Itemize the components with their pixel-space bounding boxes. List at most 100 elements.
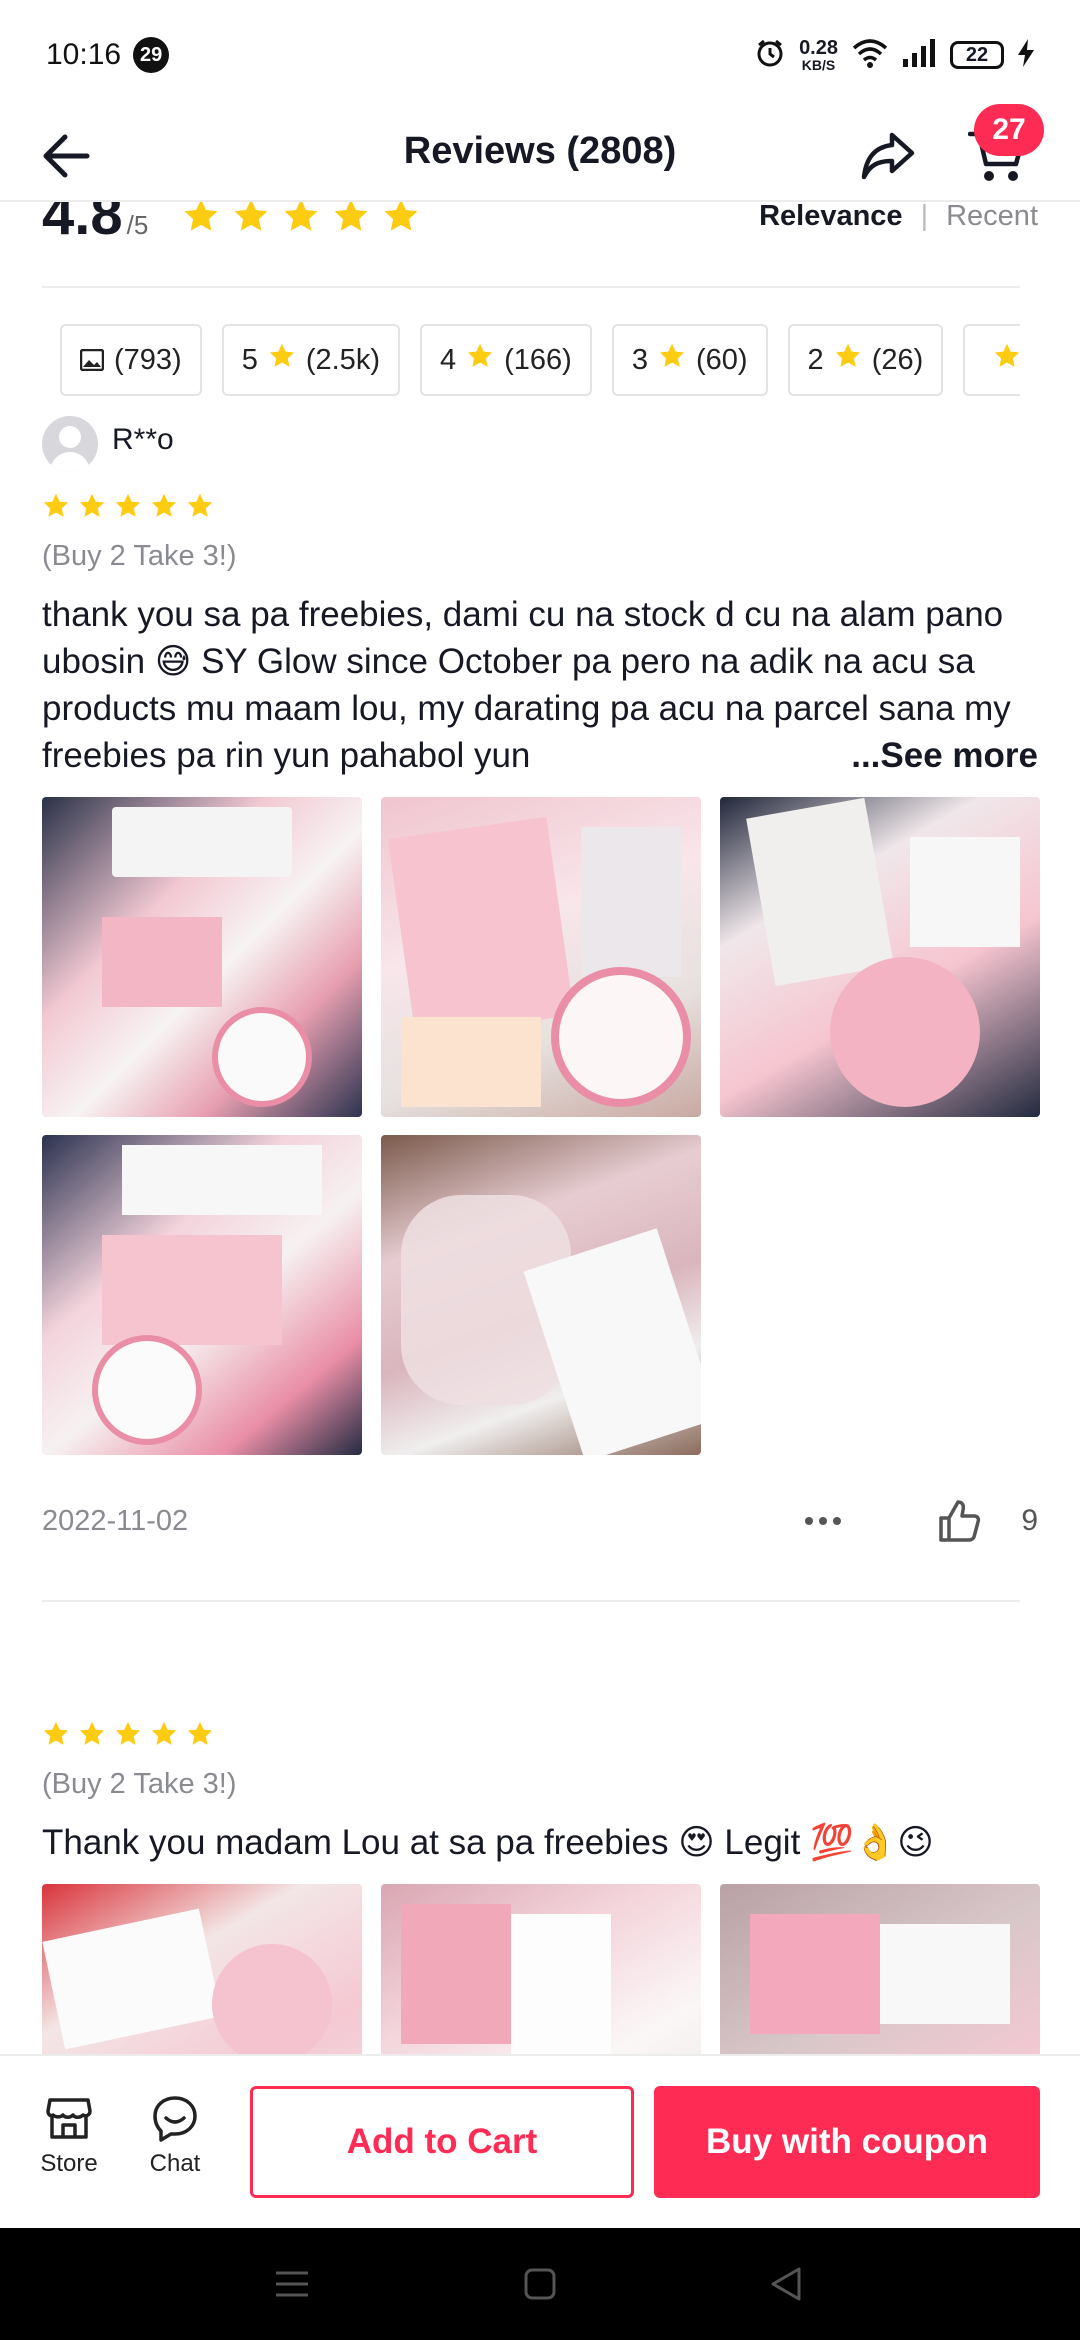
battery-indicator: 22 bbox=[950, 41, 1004, 69]
system-nav-bar bbox=[0, 2228, 1080, 2340]
sort-separator: | bbox=[920, 202, 929, 232]
star-icon bbox=[993, 342, 1020, 378]
wifi-icon bbox=[852, 38, 888, 73]
star-icon bbox=[234, 202, 268, 231]
filter-chip-1-star[interactable] bbox=[963, 324, 1020, 396]
filter-chip-star-value: 5 bbox=[241, 343, 258, 376]
store-button[interactable]: Store bbox=[24, 2094, 114, 2178]
bottom-action-bar: Store Chat Add to Cart Buy with coupon bbox=[0, 2054, 1080, 2228]
star-icon bbox=[835, 343, 860, 367]
thumbs-up-icon bbox=[939, 1500, 981, 1542]
star-icon bbox=[115, 493, 141, 517]
arrow-left-icon bbox=[43, 134, 90, 178]
star-icon bbox=[269, 343, 294, 367]
star-icon bbox=[187, 493, 213, 517]
chat-label: Chat bbox=[149, 2150, 201, 2177]
buy-with-coupon-button[interactable]: Buy with coupon bbox=[654, 2086, 1040, 2198]
star-icon bbox=[184, 202, 218, 231]
filter-chip-star-value: 3 bbox=[631, 343, 648, 376]
like-button[interactable]: 9 bbox=[937, 1499, 1038, 1543]
review-text-container: thank you sa pa freebies, dami cu na sto… bbox=[42, 591, 1038, 779]
sort-relevance[interactable]: Relevance bbox=[759, 202, 903, 233]
review-stars bbox=[42, 1720, 1038, 1748]
review-text: Thank you madam Lou at sa pa freebies 😍 … bbox=[42, 1823, 934, 1862]
star-icon bbox=[834, 342, 862, 378]
review-variant: (Buy 2 Take 3!) bbox=[42, 1768, 237, 1800]
divider bbox=[42, 286, 1020, 288]
filter-chip-star-value: 4 bbox=[439, 343, 457, 376]
review-card: (Buy 2 Take 3!) Thank you madam Lou at s… bbox=[42, 1720, 1040, 2054]
divider bbox=[42, 1600, 1020, 1602]
star-icon bbox=[151, 493, 177, 517]
review-photo[interactable] bbox=[381, 797, 701, 1117]
network-speed: 0.28 KB/S bbox=[799, 37, 838, 73]
cart-count-badge: 27 bbox=[974, 104, 1044, 156]
filter-chip-label: (2.5k) bbox=[305, 343, 380, 376]
like-count: 9 bbox=[1021, 1504, 1038, 1537]
sort-options: Relevance | Recent bbox=[759, 202, 1038, 233]
back-nav-button[interactable] bbox=[758, 2256, 814, 2312]
review-photo[interactable] bbox=[381, 1135, 701, 1455]
store-icon bbox=[46, 2098, 92, 2139]
see-more-link[interactable]: ...See more bbox=[839, 732, 1038, 779]
star-icon bbox=[658, 342, 686, 378]
review-photo[interactable] bbox=[720, 1884, 1040, 2054]
share-button[interactable] bbox=[856, 124, 920, 188]
review-photos bbox=[42, 797, 1040, 1455]
review-card: R**o (Buy 2 Take 3!) thank you sa pa fre… bbox=[42, 416, 1040, 1551]
star-icon bbox=[151, 1721, 177, 1745]
home-nav-button[interactable] bbox=[512, 2256, 568, 2312]
review-photo[interactable] bbox=[720, 797, 1040, 1117]
review-date: 2022-11-02 bbox=[42, 1504, 189, 1537]
review-variant: (Buy 2 Take 3!) bbox=[42, 540, 237, 572]
menu-icon bbox=[276, 2271, 308, 2297]
review-photo[interactable] bbox=[42, 797, 362, 1117]
star-icon bbox=[284, 202, 318, 231]
filter-chip-2-star[interactable]: 2 (26) bbox=[787, 324, 944, 396]
review-photo[interactable] bbox=[42, 1884, 362, 2054]
avatar[interactable] bbox=[42, 416, 98, 472]
review-photo[interactable] bbox=[381, 1884, 701, 2054]
reviews-scroll-area[interactable]: 4.8 /5 Relevance | Recent (793) 5 (2.5k)… bbox=[0, 202, 1080, 2054]
more-options-button[interactable] bbox=[793, 1501, 853, 1541]
status-time: 10:16 bbox=[46, 38, 122, 71]
filter-chips: (793) 5 (2.5k) 4 (166) 3 (60) 2 (26) bbox=[60, 324, 1020, 396]
image-icon bbox=[80, 349, 104, 371]
back-triangle-icon bbox=[771, 2267, 801, 2301]
filter-chip-label: (26) bbox=[871, 343, 924, 376]
star-icon bbox=[334, 202, 368, 231]
reviewer-name: R**o bbox=[112, 423, 174, 456]
review-stars bbox=[42, 492, 1038, 520]
filter-chip-label: (793) bbox=[114, 343, 182, 376]
add-to-cart-button[interactable]: Add to Cart bbox=[250, 2086, 634, 2198]
filter-chip-star-value: 2 bbox=[807, 343, 824, 376]
rating-summary: 4.8 /5 Relevance | Recent bbox=[42, 202, 1038, 254]
filter-chip-3-star[interactable]: 3 (60) bbox=[611, 324, 768, 396]
filter-chip-label: (60) bbox=[695, 343, 748, 376]
filter-chip-photos[interactable]: (793) bbox=[60, 324, 202, 396]
star-icon bbox=[43, 1721, 69, 1745]
chat-button[interactable]: Chat bbox=[130, 2094, 220, 2178]
star-icon bbox=[79, 493, 105, 517]
home-square-icon bbox=[524, 2268, 556, 2300]
back-button[interactable] bbox=[36, 126, 96, 186]
star-icon bbox=[187, 1721, 213, 1745]
review-photo[interactable] bbox=[42, 1135, 362, 1455]
star-icon bbox=[115, 1721, 141, 1745]
sort-recent[interactable]: Recent bbox=[946, 202, 1038, 233]
status-indicators: 0.28 KB/S 22 bbox=[755, 38, 1034, 73]
signal-icon bbox=[902, 38, 936, 72]
star-icon bbox=[466, 342, 494, 378]
star-icon bbox=[43, 493, 69, 517]
filter-chip-5-star[interactable]: 5 (2.5k) bbox=[221, 324, 400, 396]
star-icon bbox=[995, 343, 1020, 367]
share-icon bbox=[861, 132, 915, 180]
store-label: Store bbox=[40, 2150, 98, 2177]
charging-icon bbox=[1018, 38, 1034, 72]
status-bar: 10:16 29 0.28 KB/S 22 bbox=[0, 0, 1080, 110]
menu-nav-button[interactable] bbox=[264, 2256, 320, 2312]
average-rating: 4.8 bbox=[42, 202, 123, 247]
alarm-icon bbox=[755, 38, 785, 73]
rating-stars bbox=[182, 202, 420, 235]
filter-chip-4-star[interactable]: 4 (166) bbox=[419, 324, 592, 396]
